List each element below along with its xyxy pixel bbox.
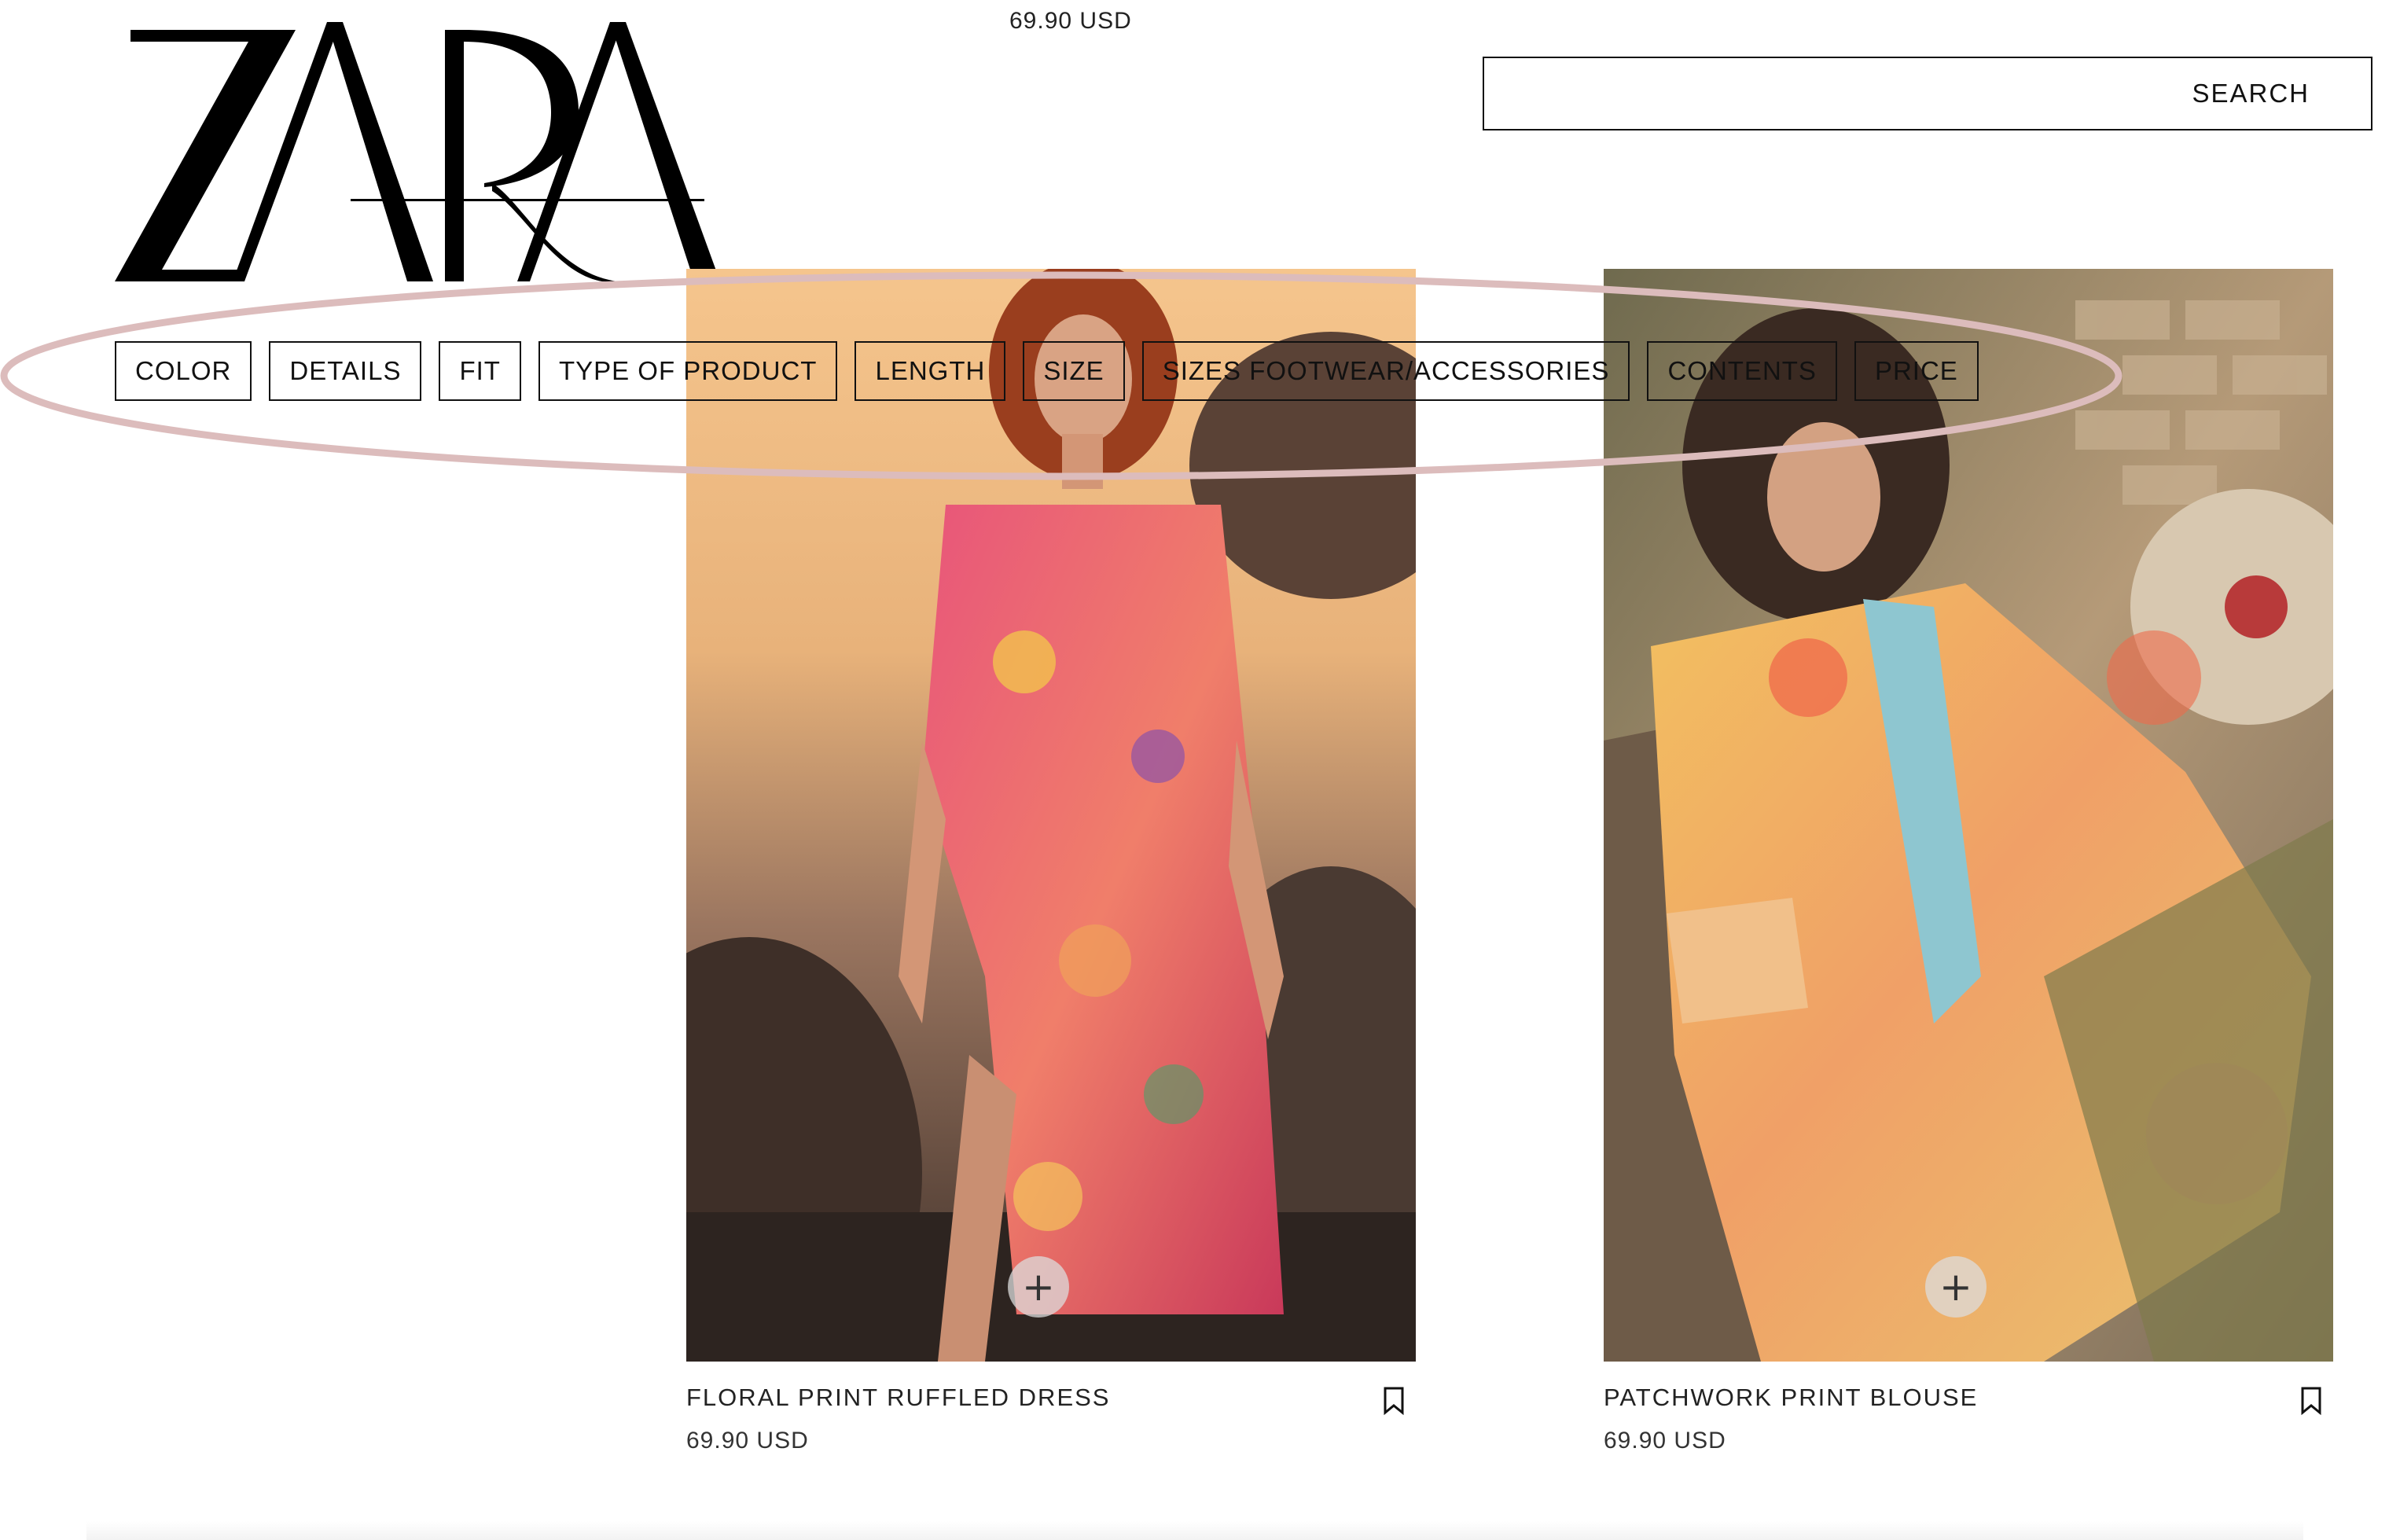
- filter-bar: COLOR DETAILS FIT TYPE OF PRODUCT LENGTH…: [115, 341, 1979, 401]
- product-card[interactable]: + PATCHWORK PRINT BLOUSE 69.90 USD: [1604, 269, 2333, 1470]
- filter-color[interactable]: COLOR: [115, 341, 252, 401]
- filter-fit[interactable]: FIT: [439, 341, 521, 401]
- filter-details[interactable]: DETAILS: [269, 341, 422, 401]
- product-info: PATCHWORK PRINT BLOUSE 69.90 USD: [1604, 1384, 2333, 1470]
- filter-length[interactable]: LENGTH: [855, 341, 1006, 401]
- add-to-cart-button[interactable]: +: [1925, 1256, 1987, 1318]
- top-price-text: 69.90 USD: [1009, 8, 1132, 34]
- product-price: 69.90 USD: [1604, 1428, 1726, 1454]
- filter-size[interactable]: SIZE: [1023, 341, 1125, 401]
- plus-icon: +: [1022, 1264, 1055, 1310]
- filter-price[interactable]: PRICE: [1854, 341, 1979, 401]
- product-info: FLORAL PRINT RUFFLED DRESS 69.90 USD: [686, 1384, 1416, 1470]
- search-bar[interactable]: SEARCH: [1483, 57, 2372, 130]
- filter-type-of-product[interactable]: TYPE OF PRODUCT: [538, 341, 838, 401]
- product-image-floral-dress[interactable]: +: [686, 269, 1416, 1362]
- product-name[interactable]: PATCHWORK PRINT BLOUSE: [1604, 1384, 2333, 1412]
- plus-icon: +: [1939, 1264, 1972, 1310]
- filter-contents[interactable]: CONTENTS: [1647, 341, 1837, 401]
- product-image-patchwork-blouse[interactable]: +: [1604, 269, 2333, 1362]
- bookmark-icon[interactable]: [1383, 1387, 1405, 1415]
- product-price: 69.90 USD: [686, 1428, 809, 1454]
- product-card[interactable]: + FLORAL PRINT RUFFLED DRESS 69.90 USD: [686, 269, 1416, 1470]
- page-bottom-divider: [86, 1521, 2303, 1540]
- zara-logo[interactable]: [115, 22, 736, 289]
- filter-sizes-footwear-accessories[interactable]: SIZES FOOTWEAR/ACCESSORIES: [1141, 341, 1630, 401]
- add-to-cart-button[interactable]: +: [1008, 1256, 1069, 1318]
- product-name[interactable]: FLORAL PRINT RUFFLED DRESS: [686, 1384, 1416, 1412]
- search-label[interactable]: SEARCH: [2192, 79, 2310, 108]
- bookmark-icon[interactable]: [2300, 1387, 2322, 1415]
